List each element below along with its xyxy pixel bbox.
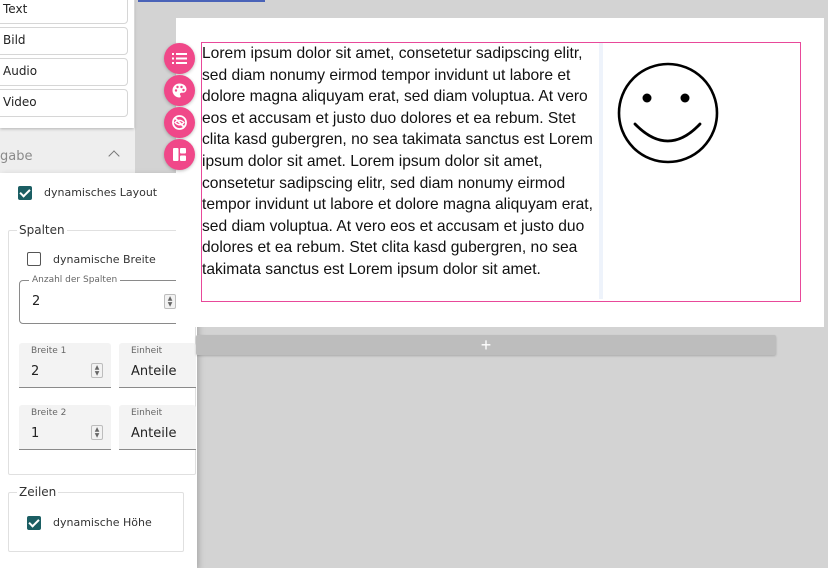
- dynamic-layout-label: dynamisches Layout: [44, 186, 158, 199]
- dynamic-width-label: dynamische Breite: [53, 253, 156, 266]
- palette-item-label: Text: [3, 2, 28, 16]
- palette-item-label: Video: [3, 95, 37, 109]
- dynamic-height-checkbox[interactable]: [27, 516, 41, 530]
- width-1-label: Breite 1: [31, 346, 67, 356]
- element-palette: Text Bild Audio Video: [0, 0, 134, 128]
- unit-2-value: Anteile: [131, 426, 177, 441]
- palette-item-label: Bild: [3, 33, 26, 47]
- image-column[interactable]: [604, 43, 800, 301]
- column-count-label: Anzahl der Spalten: [29, 275, 121, 285]
- unit-1-value: Anteile: [131, 364, 177, 379]
- layout-block[interactable]: Lorem ipsum dolor sit amet, consetetur s…: [201, 42, 801, 302]
- layout-button[interactable]: [164, 139, 195, 170]
- layout-settings-panel: dynamisches Layout Spalten dynamische Br…: [0, 173, 197, 568]
- palette-item-audio[interactable]: Audio: [0, 58, 128, 86]
- unit-1-label: Einheit: [131, 346, 163, 356]
- stepper-icon[interactable]: ▲ ▼: [91, 425, 103, 440]
- width-2-label: Breite 2: [31, 408, 67, 418]
- eye-off-icon: [172, 115, 187, 130]
- column-resize-handle[interactable]: [599, 43, 603, 299]
- column-count-field[interactable]: Anzahl der Spalten 2 ▲ ▼: [19, 275, 189, 324]
- column-count-value: 2: [32, 294, 41, 309]
- layout-icon: [173, 148, 186, 161]
- style-button[interactable]: [164, 75, 195, 106]
- smiley-face-image: [617, 62, 719, 164]
- plus-icon: +: [480, 335, 492, 355]
- rows-legend: Zeilen: [19, 485, 57, 499]
- width-2-field[interactable]: Breite 2 1 ▲ ▼: [19, 405, 111, 450]
- unit-2-select[interactable]: Einheit Anteile: [119, 405, 196, 450]
- tab-indicator: [138, 0, 265, 2]
- width-2-value: 1: [31, 426, 40, 441]
- unit-1-select[interactable]: Einheit Anteile: [119, 343, 196, 388]
- palette-icon: [172, 83, 187, 98]
- dynamic-layout-checkbox[interactable]: [18, 186, 32, 200]
- palette-item-image[interactable]: Bild: [0, 27, 128, 55]
- width-1-field[interactable]: Breite 1 2 ▲ ▼: [19, 343, 111, 388]
- unit-2-label: Einheit: [131, 408, 163, 418]
- stepper-icon[interactable]: ▲ ▼: [91, 363, 103, 378]
- columns-legend: Spalten: [19, 223, 65, 237]
- palette-item-label: Audio: [3, 64, 38, 78]
- section-expander[interactable]: gabe: [0, 140, 134, 174]
- palette-item-video[interactable]: Video: [0, 89, 128, 117]
- section-label: gabe: [0, 149, 33, 164]
- width-1-value: 2: [31, 364, 40, 379]
- chevron-up-icon: [108, 150, 120, 162]
- list-button[interactable]: [164, 43, 195, 74]
- palette-item-text[interactable]: Text: [0, 0, 128, 24]
- dynamic-height-label: dynamische Höhe: [53, 516, 152, 529]
- dynamic-width-checkbox[interactable]: [27, 252, 41, 266]
- stepper-icon[interactable]: ▲ ▼: [164, 294, 176, 309]
- text-column[interactable]: Lorem ipsum dolor sit amet, consetetur s…: [202, 43, 599, 301]
- list-icon: [172, 53, 187, 64]
- add-row-button[interactable]: +: [196, 335, 776, 355]
- visibility-button[interactable]: [164, 107, 195, 138]
